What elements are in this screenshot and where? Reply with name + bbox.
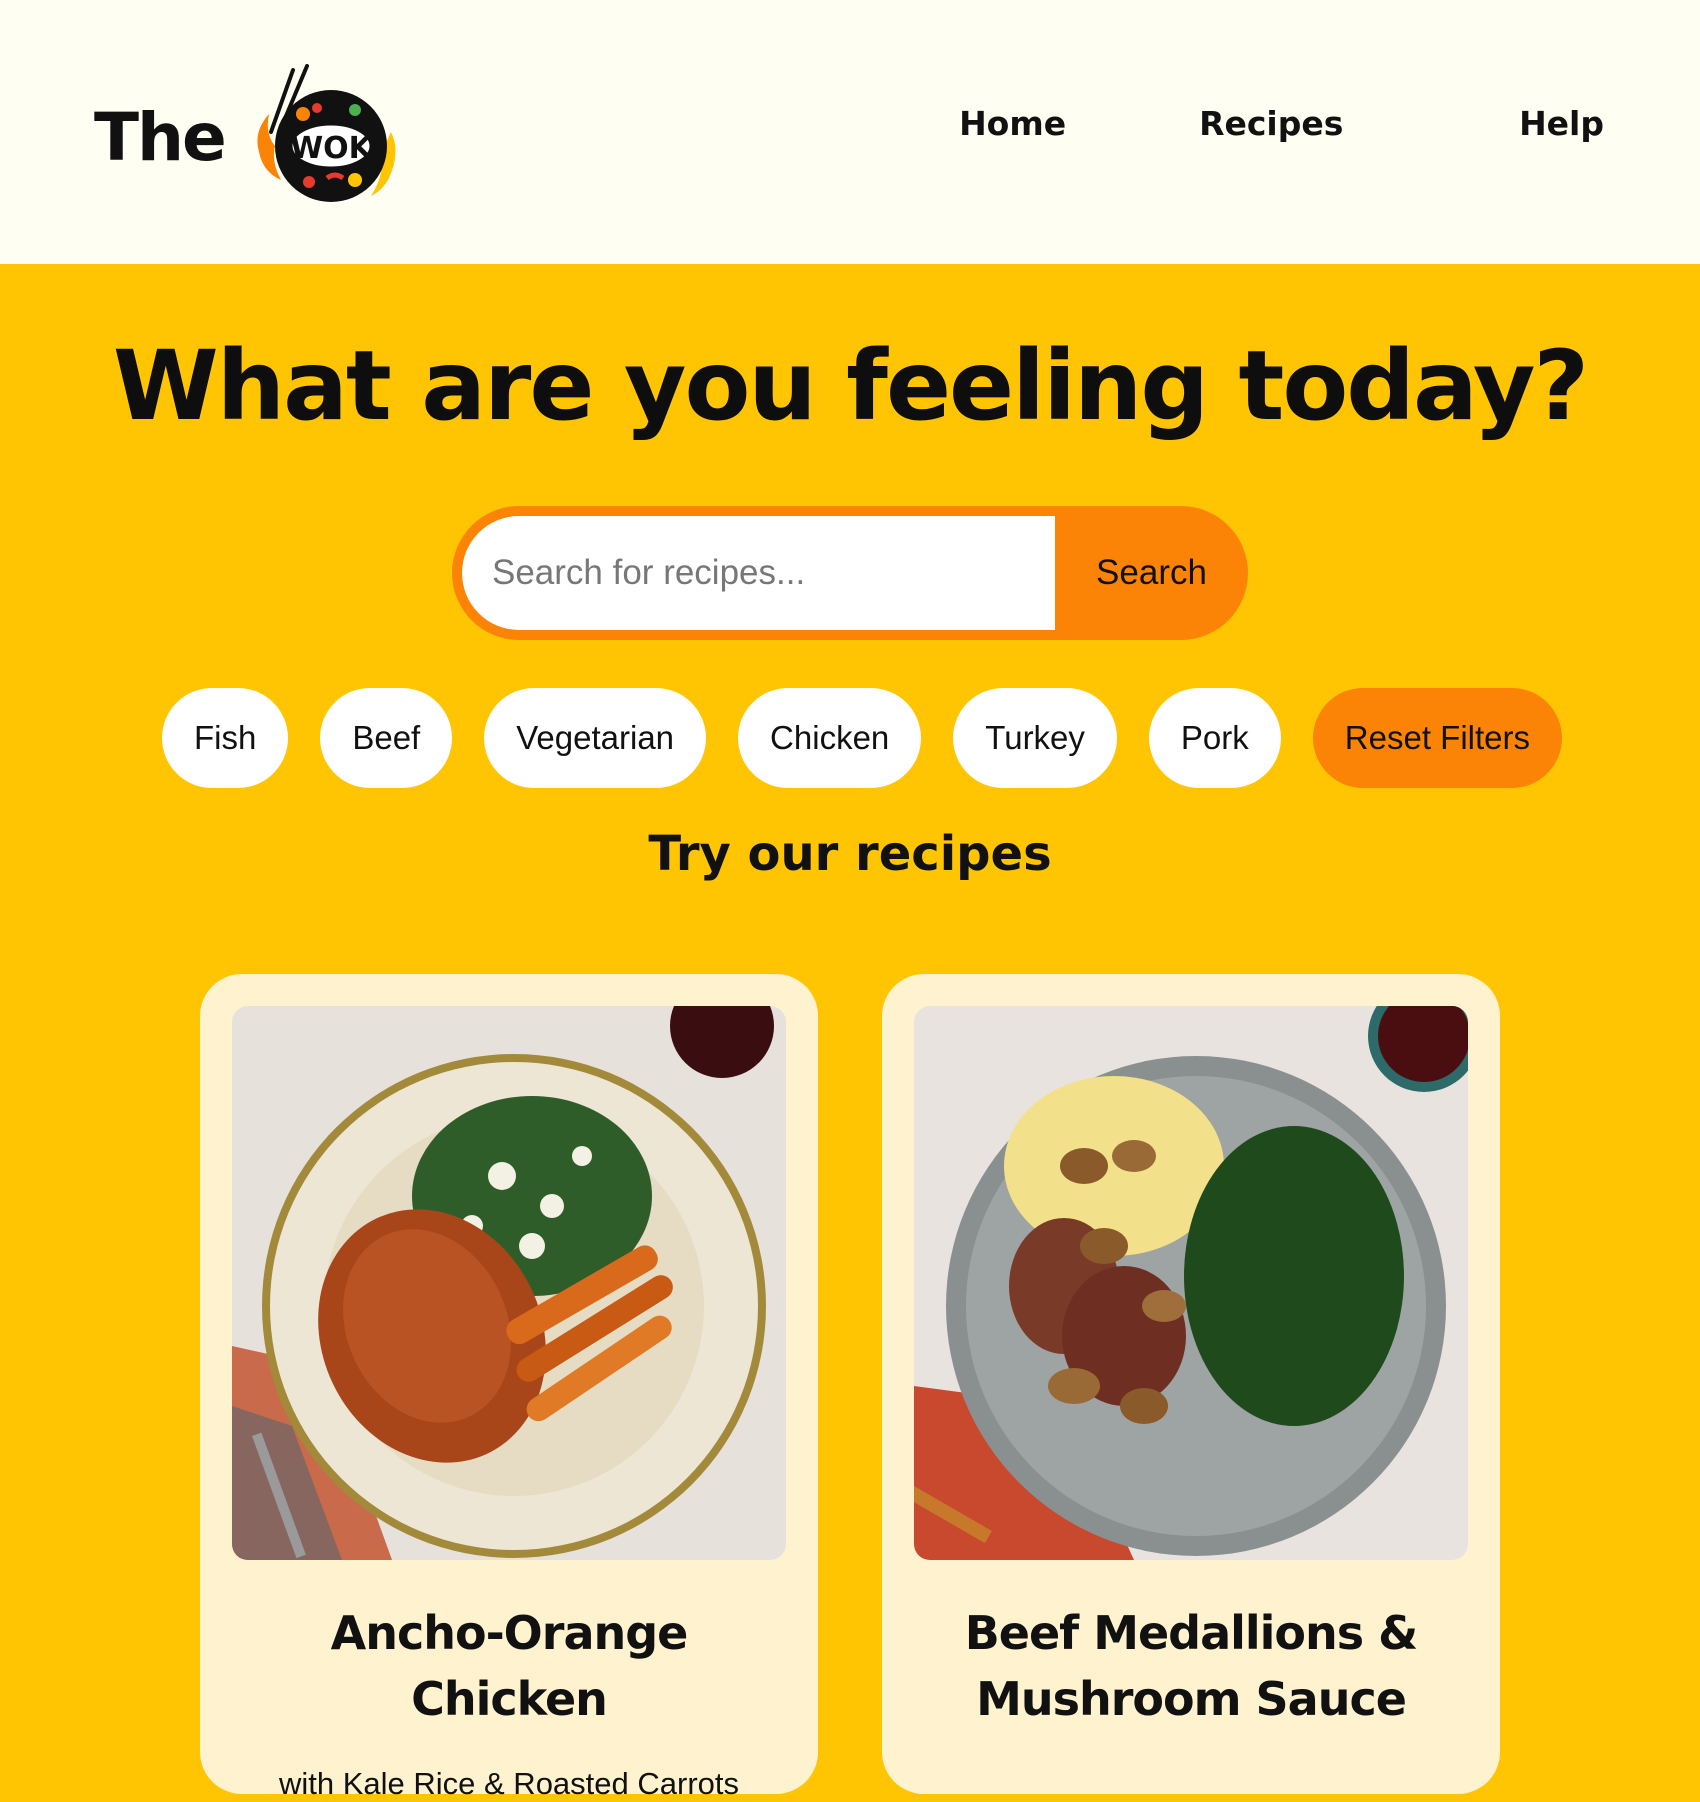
- brand-home-link[interactable]: The WOK: [94, 62, 401, 212]
- nav-home-link[interactable]: Home: [959, 104, 1066, 143]
- recipe-image-chicken: [232, 1006, 786, 1560]
- recipe-card[interactable]: Beef Medallions & Mushroom Sauce: [882, 974, 1500, 1794]
- search-form: Search: [452, 506, 1248, 640]
- filter-chip-pork[interactable]: Pork: [1148, 688, 1281, 788]
- filter-chip-beef[interactable]: Beef: [320, 688, 453, 788]
- wok-logo: WOK: [257, 64, 396, 202]
- logo-text: WOK: [290, 131, 374, 166]
- recipes-section-title: Try our recipes: [648, 826, 1052, 882]
- nav-help-link[interactable]: Help: [1519, 104, 1604, 143]
- filter-chip-turkey[interactable]: Turkey: [953, 688, 1117, 788]
- recipe-image-beef: [914, 1006, 1468, 1560]
- reset-filters-button[interactable]: Reset Filters: [1312, 688, 1562, 788]
- filter-chips: Fish Beef Vegetarian Chicken Turkey Pork…: [162, 688, 1562, 788]
- filter-chip-chicken[interactable]: Chicken: [738, 688, 922, 788]
- search-input[interactable]: [462, 516, 1055, 630]
- filter-chip-vegetarian[interactable]: Vegetarian: [484, 688, 707, 788]
- recipe-subtitle: with Kale Rice & Roasted Carrots: [278, 1766, 740, 1801]
- recipe-card[interactable]: Ancho-Orange Chicken with Kale Rice & Ro…: [200, 974, 818, 1801]
- nav-recipes-link[interactable]: Recipes: [1199, 104, 1343, 143]
- search-button[interactable]: Search: [1055, 516, 1248, 630]
- brand-text: The: [94, 98, 227, 176]
- main-nav: Home Recipes Help: [959, 104, 1604, 143]
- recipe-title: Beef Medallions & Mushroom Sauce: [964, 1606, 1419, 1726]
- site-header: The WOK Home Recipes Help: [0, 0, 1700, 264]
- recipe-title: Ancho-Orange Chicken: [330, 1606, 689, 1726]
- filter-chip-fish[interactable]: Fish: [162, 688, 289, 788]
- hero-title: What are you feeling today?: [112, 330, 1589, 442]
